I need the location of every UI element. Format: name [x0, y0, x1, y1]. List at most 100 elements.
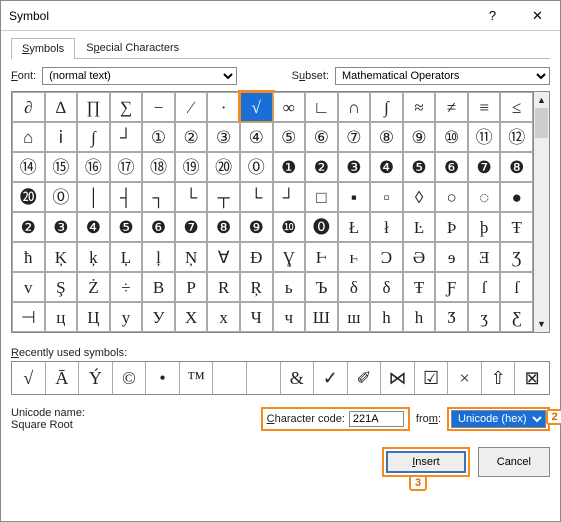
symbol-cell[interactable]: ❽: [207, 212, 240, 242]
symbol-cell[interactable]: ļ: [142, 242, 175, 272]
symbol-cell[interactable]: ∫: [370, 92, 403, 122]
symbol-cell[interactable]: Ŧ: [403, 272, 436, 302]
recent-cell[interactable]: ✐: [348, 362, 382, 394]
symbol-cell[interactable]: ●: [500, 182, 533, 212]
recent-cell[interactable]: ™: [180, 362, 214, 394]
tab-special[interactable]: Special Characters: [75, 37, 190, 58]
symbol-cell[interactable]: ❷: [12, 212, 45, 242]
recent-cell[interactable]: &: [281, 362, 315, 394]
symbol-cell[interactable]: ❶: [273, 152, 306, 182]
symbol-cell[interactable]: þ: [468, 212, 501, 242]
symbol-cell[interactable]: ≡: [468, 92, 501, 122]
symbol-cell[interactable]: ≈: [403, 92, 436, 122]
symbol-cell[interactable]: ⌂: [12, 122, 45, 152]
symbol-cell[interactable]: ſ: [468, 272, 501, 302]
symbol-cell[interactable]: ⑨: [403, 122, 436, 152]
symbol-cell[interactable]: ┘: [273, 182, 306, 212]
symbol-cell[interactable]: ķ: [77, 242, 110, 272]
symbol-cell[interactable]: ∫: [77, 122, 110, 152]
recent-cell[interactable]: ©: [113, 362, 147, 394]
symbol-cell[interactable]: B: [142, 272, 175, 302]
symbol-cell[interactable]: h: [370, 302, 403, 332]
symbol-cell[interactable]: ч: [273, 302, 306, 332]
symbol-cell[interactable]: ɘ: [435, 242, 468, 272]
symbol-cell[interactable]: ⑱: [142, 152, 175, 182]
symbol-cell[interactable]: ③: [207, 122, 240, 152]
recent-cell[interactable]: ×: [448, 362, 482, 394]
recent-cell[interactable]: •: [146, 362, 180, 394]
symbol-cell[interactable]: Ɐ: [207, 242, 240, 272]
help-button[interactable]: ?: [470, 1, 515, 31]
symbol-cell[interactable]: ┐: [142, 182, 175, 212]
recent-symbols[interactable]: √ĀÝ©•™&✓✐⋈☑×⇧⊠: [11, 361, 550, 395]
symbol-cell[interactable]: ⑯: [77, 152, 110, 182]
symbol-cell[interactable]: Ŀ: [403, 212, 436, 242]
from-select[interactable]: Unicode (hex): [451, 410, 546, 428]
symbol-cell[interactable]: h: [403, 302, 436, 332]
symbol-cell[interactable]: х: [207, 302, 240, 332]
charcode-input[interactable]: [349, 411, 404, 427]
subset-select[interactable]: Mathematical Operators: [335, 67, 550, 85]
symbol-cell[interactable]: ⓪: [240, 152, 273, 182]
symbol-cell[interactable]: ⑧: [370, 122, 403, 152]
symbol-cell[interactable]: Ņ: [175, 242, 208, 272]
symbol-cell[interactable]: ∑: [110, 92, 143, 122]
close-button[interactable]: ✕: [515, 1, 560, 31]
symbol-cell[interactable]: δ: [370, 272, 403, 302]
symbol-cell[interactable]: ❸: [45, 212, 78, 242]
symbol-cell[interactable]: ④: [240, 122, 273, 152]
recent-cell[interactable]: ⊠: [515, 362, 549, 394]
symbol-cell[interactable]: Ə: [403, 242, 436, 272]
symbol-cell[interactable]: ②: [175, 122, 208, 152]
symbol-cell[interactable]: Þ: [435, 212, 468, 242]
symbol-cell[interactable]: ❻: [142, 212, 175, 242]
symbol-cell[interactable]: ⑲: [175, 152, 208, 182]
symbol-cell[interactable]: у: [110, 302, 143, 332]
symbol-cell[interactable]: ⑩: [435, 122, 468, 152]
symbol-cell[interactable]: ▫: [370, 182, 403, 212]
symbol-cell[interactable]: Ş: [45, 272, 78, 302]
symbol-cell[interactable]: Đ: [240, 242, 273, 272]
symbol-cell[interactable]: Ʒ: [500, 242, 533, 272]
symbol-cell[interactable]: P: [175, 272, 208, 302]
symbol-cell[interactable]: ┬: [207, 182, 240, 212]
symbol-cell[interactable]: ⑪: [468, 122, 501, 152]
symbol-cell[interactable]: ○: [435, 182, 468, 212]
symbol-cell[interactable]: ⊣: [12, 302, 45, 332]
symbol-cell[interactable]: ∙: [207, 92, 240, 122]
symbol-cell[interactable]: ❼: [468, 152, 501, 182]
symbol-cell[interactable]: Ⱶ: [305, 242, 338, 272]
symbol-cell[interactable]: Ɣ: [273, 242, 306, 272]
symbol-cell[interactable]: ❽: [500, 152, 533, 182]
symbol-cell[interactable]: Ļ: [110, 242, 143, 272]
tab-symbols[interactable]: Symbols: [11, 38, 75, 59]
symbol-cell[interactable]: Ɔ: [370, 242, 403, 272]
symbol-cell[interactable]: R: [207, 272, 240, 302]
symbol-cell[interactable]: Ц: [77, 302, 110, 332]
symbol-cell[interactable]: ❹: [370, 152, 403, 182]
symbol-cell[interactable]: −: [142, 92, 175, 122]
symbol-cell[interactable]: v: [12, 272, 45, 302]
symbol-cell[interactable]: ц: [45, 302, 78, 332]
symbol-cell[interactable]: ◌: [468, 182, 501, 212]
symbol-cell[interactable]: Ŗ: [240, 272, 273, 302]
symbol-cell[interactable]: ∩: [338, 92, 371, 122]
font-select[interactable]: (normal text): [42, 67, 237, 85]
grid-scrollbar[interactable]: ▲ ▼: [534, 91, 550, 333]
symbol-cell[interactable]: ⱶ: [338, 242, 371, 272]
symbol-cell[interactable]: ❺: [110, 212, 143, 242]
symbol-cell[interactable]: ❾: [240, 212, 273, 242]
symbol-cell[interactable]: ≤: [500, 92, 533, 122]
symbol-grid[interactable]: ∂∆∏∑−∕∙√∞∟∩∫≈≠≡≤⌂ⅰ∫┘①②③④⑤⑥⑦⑧⑨⑩⑪⑫⑭⑮⑯⑰⑱⑲⑳⓪…: [11, 91, 534, 333]
symbol-cell[interactable]: Ŧ: [500, 212, 533, 242]
symbol-cell[interactable]: └: [240, 182, 273, 212]
symbol-cell[interactable]: Ķ: [45, 242, 78, 272]
symbol-cell[interactable]: ∂: [12, 92, 45, 122]
symbol-cell[interactable]: ь: [273, 272, 306, 302]
symbol-cell[interactable]: Ъ: [305, 272, 338, 302]
symbol-cell[interactable]: ❼: [175, 212, 208, 242]
symbol-cell[interactable]: ÷: [110, 272, 143, 302]
symbol-cell[interactable]: ∕: [175, 92, 208, 122]
symbol-cell[interactable]: Х: [175, 302, 208, 332]
symbol-cell[interactable]: ①: [142, 122, 175, 152]
